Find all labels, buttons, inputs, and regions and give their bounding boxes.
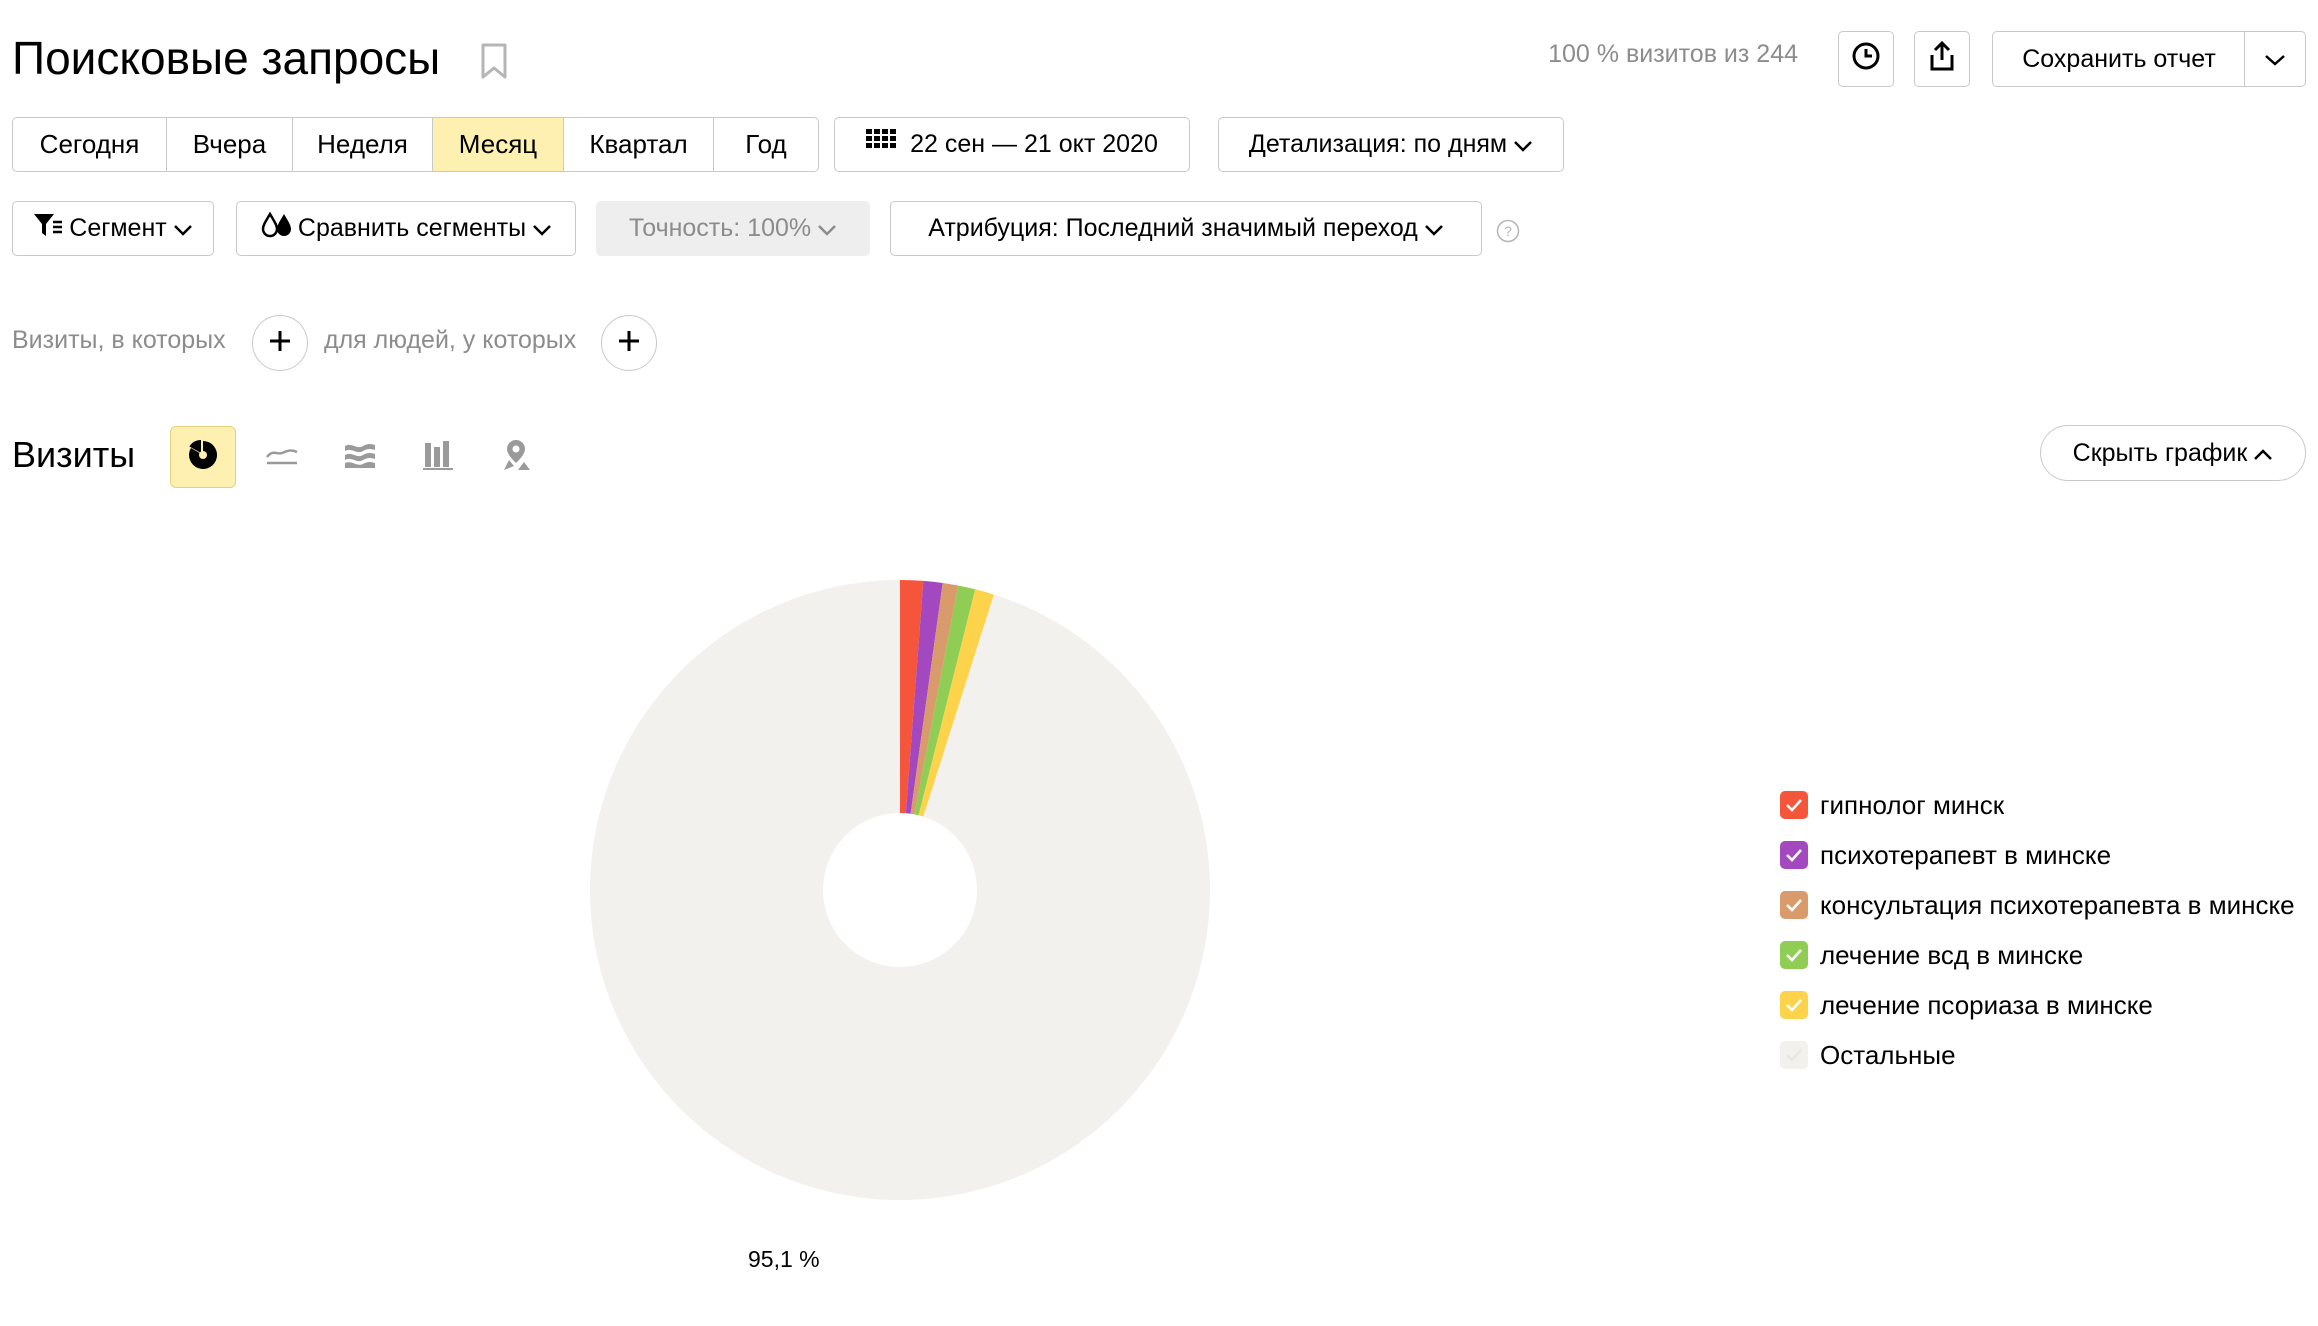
compare-segments-button[interactable]: Сравнить сегменты (236, 201, 576, 256)
segment-button[interactable]: Сегмент (12, 201, 214, 256)
period-quarter[interactable]: Квартал (564, 118, 714, 171)
plus-icon (267, 328, 293, 359)
checkbox-check-icon[interactable] (1780, 941, 1808, 969)
hide-chart-button[interactable]: Скрыть график (2040, 425, 2306, 481)
area-chart-icon (343, 440, 377, 475)
date-range-button[interactable]: 22 сен — 21 окт 2020 (834, 117, 1190, 172)
legend-label: лечение всд в минске (1820, 939, 2084, 970)
chevron-down-icon (532, 214, 552, 243)
history-button[interactable] (1838, 31, 1894, 87)
detail-dropdown[interactable]: Детализация: по дням (1218, 117, 1564, 172)
drops-icon (260, 211, 294, 246)
data-label-others: 95,1 % (748, 1246, 820, 1272)
clock-icon (1851, 41, 1881, 78)
accuracy-label: Точность: 100% (628, 214, 812, 242)
page-title: Поисковые запросы (12, 32, 441, 84)
checkbox-check-icon[interactable] (1780, 991, 1808, 1019)
line-chart-icon (265, 443, 299, 472)
chart-legend: гипнолог минск психотерапевт в минске конс… (1780, 780, 2295, 1080)
people-condition-label: для людей, у которых (324, 326, 577, 354)
attribution-label: Атрибуция: Последний значимый переход (928, 214, 1418, 242)
legend-label: гипнолог минск (1820, 789, 2005, 820)
pie-chart-icon (187, 439, 219, 476)
detail-label: Детализация: по дням (1248, 130, 1508, 158)
donut-slice-5[interactable] (590, 580, 1210, 1200)
accuracy-dropdown[interactable]: Точность: 100% (596, 201, 870, 256)
period-yesterday[interactable]: Вчера (167, 118, 293, 171)
share-icon (1928, 40, 1956, 79)
donut-chart (590, 580, 1210, 1200)
visits-condition-label: Визиты, в которых (12, 326, 226, 354)
view-pie-button[interactable] (170, 426, 236, 488)
legend-item[interactable]: лечение всд в минске (1780, 930, 2295, 980)
legend-label: консультация психотерапевта в минске (1820, 889, 2295, 920)
legend-item[interactable]: гипнолог минск (1780, 780, 2295, 830)
hide-chart-label: Скрыть график (2072, 438, 2248, 467)
view-bar-button[interactable] (405, 426, 471, 488)
period-week[interactable]: Неделя (293, 118, 433, 171)
map-pin-icon (500, 438, 532, 477)
export-button[interactable] (1914, 31, 1970, 87)
add-visit-condition-button[interactable] (252, 315, 308, 371)
checkbox-check-icon[interactable] (1780, 791, 1808, 819)
view-map-button[interactable] (483, 426, 549, 488)
period-selector: Сегодня Вчера Неделя Месяц Квартал Год (12, 117, 819, 172)
attribution-dropdown[interactable]: Атрибуция: Последний значимый переход (890, 201, 1482, 256)
segment-label: Сегмент (69, 214, 167, 242)
chevron-down-icon (2263, 45, 2287, 74)
chevron-down-icon (1424, 214, 1444, 243)
help-icon[interactable]: ? (1496, 219, 1520, 248)
legend-label: Остальные (1820, 1039, 1956, 1070)
save-report-button[interactable]: Сохранить отчет (1992, 31, 2246, 87)
chevron-down-icon (1513, 130, 1533, 159)
checkbox-check-icon[interactable] (1780, 841, 1808, 869)
period-year[interactable]: Год (714, 118, 818, 171)
date-range-label: 22 сен — 21 окт 2020 (910, 130, 1158, 158)
plus-icon (616, 328, 642, 359)
period-today[interactable]: Сегодня (13, 118, 167, 171)
compare-label: Сравнить сегменты (297, 214, 527, 242)
calendar-icon (866, 129, 897, 160)
checkbox-check-icon[interactable] (1780, 891, 1808, 919)
legend-item[interactable]: психотерапевт в минске (1780, 830, 2295, 880)
legend-label: лечение псориаза в минске (1820, 989, 2153, 1020)
add-people-condition-button[interactable] (601, 315, 657, 371)
bar-chart-icon (422, 439, 454, 476)
chevron-down-icon (173, 214, 193, 243)
chevron-up-icon (2253, 439, 2273, 468)
checkbox-check-icon[interactable] (1780, 1041, 1808, 1069)
chart-section-title: Визиты (12, 434, 136, 475)
legend-item[interactable]: Остальные (1780, 1030, 2295, 1080)
view-area-button[interactable] (327, 426, 393, 488)
bookmark-icon[interactable] (480, 42, 508, 85)
legend-item[interactable]: лечение псориаза в минске (1780, 980, 2295, 1030)
view-line-button[interactable] (249, 426, 315, 488)
legend-label: психотерапевт в минске (1820, 839, 2112, 870)
svg-text:?: ? (1504, 223, 1512, 239)
save-options-button[interactable] (2244, 31, 2306, 87)
legend-item[interactable]: консультация психотерапевта в минске (1780, 880, 2295, 930)
visits-summary: 100 % визитов из 244 (1548, 40, 1798, 68)
filter-icon (33, 212, 63, 245)
period-month[interactable]: Месяц (433, 118, 564, 171)
chevron-down-icon (817, 214, 837, 243)
